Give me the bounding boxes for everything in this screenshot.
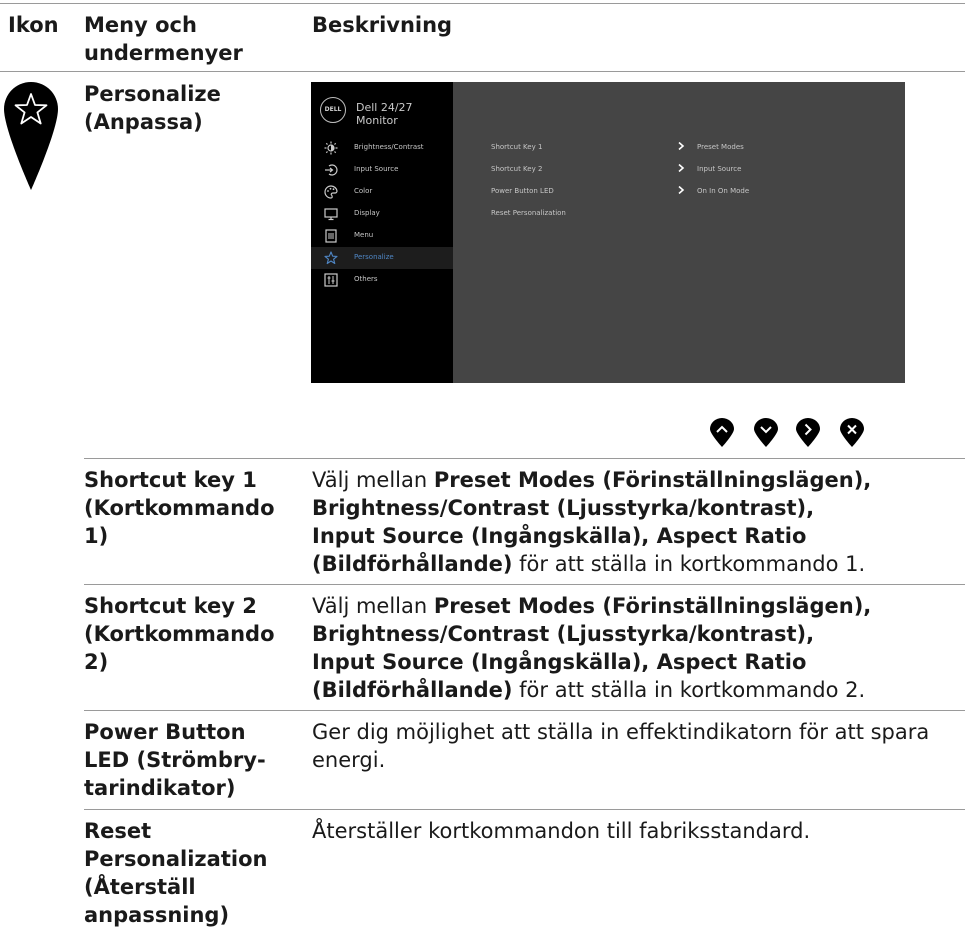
osd-row-power-button-led-value: On In On Mode: [697, 187, 750, 195]
osd-sidebar: DELL Dell 24/27 Monitor Brightness/Contr…: [311, 82, 453, 383]
chevron-right-icon: [678, 142, 685, 150]
osd-row-shortcut-key-1-value: Preset Modes: [697, 143, 744, 151]
row-4-desc-line1: Återställer kortkommandon till fabriksst…: [312, 819, 811, 843]
osd-row-reset-personalization-label[interactable]: Reset Personalization: [491, 209, 566, 217]
row-1-menu-line1: Shortcut key 1: [84, 468, 257, 492]
row-2-desc-line3: Input Source (Ingångskälla), Aspect Rati…: [312, 650, 807, 674]
row-4-menu-line4: anpassning): [84, 903, 230, 927]
row-3-desc-line2: energi.: [312, 748, 386, 772]
input-source-icon: [325, 164, 338, 176]
row-3-desc-line1: Ger dig möjlighet att ställa in effektin…: [312, 720, 930, 744]
osd-menu-item-brightness[interactable]: Brightness/Contrast: [311, 137, 453, 159]
osd-title: Dell 24/27 Monitor: [356, 101, 413, 127]
osd-menu-item-input-source[interactable]: Input Source: [311, 159, 453, 181]
row-1-desc-line1: Välj mellan Preset Modes (Förinställning…: [312, 468, 872, 492]
brightness-icon: [324, 141, 338, 155]
osd-row-shortcut-key-2-value: Input Source: [697, 165, 742, 173]
row-rule: [84, 458, 965, 459]
dell-logo: DELL: [320, 97, 346, 123]
row-2-menu-line3: 2): [84, 650, 109, 674]
others-icon: [324, 273, 338, 287]
row-4-menu-line1: Reset: [84, 819, 152, 843]
row-4-menu-line2: Personalization: [84, 847, 268, 871]
osd-menu-label: Others: [354, 275, 378, 283]
osd-row-shortcut-key-2-label[interactable]: Shortcut Key 2: [491, 165, 542, 173]
display-icon: [324, 208, 338, 221]
star-icon: [324, 251, 338, 265]
row-1-menu-line2: (Kortkommando: [84, 496, 275, 520]
row-rule: [84, 809, 965, 810]
row-2-menu-line2: (Kortkommando: [84, 622, 275, 646]
row-1-desc-line4: (Bildförhållande) för att ställa in kort…: [312, 552, 866, 576]
row-rule: [84, 584, 965, 585]
up-icon[interactable]: [709, 418, 735, 448]
osd-menu-item-others[interactable]: Others: [311, 269, 453, 291]
osd-menu-label: Brightness/Contrast: [354, 143, 424, 151]
header-icon-column: Ikon: [8, 13, 59, 37]
row-2-menu-line1: Shortcut key 2: [84, 594, 257, 618]
chevron-right-icon: [678, 186, 685, 194]
osd-row-power-button-led-label[interactable]: Power Button LED: [491, 187, 554, 195]
row-2-desc-line4: (Bildförhållande) för att ställa in kort…: [312, 678, 866, 702]
row-2-desc-line1: Välj mellan Preset Modes (Förinställning…: [312, 594, 872, 618]
osd-menu-item-menu[interactable]: Menu: [311, 225, 453, 247]
osd-screenshot: DELL Dell 24/27 Monitor Brightness/Contr…: [311, 82, 905, 383]
table-top-rule: [0, 3, 965, 4]
right-icon[interactable]: [795, 418, 821, 448]
row-1-desc-line3: Input Source (Ingångskälla), Aspect Rati…: [312, 524, 807, 548]
personalize-menu-line1: Personalize: [84, 82, 221, 106]
osd-menu-label: Menu: [354, 231, 374, 239]
down-icon[interactable]: [753, 418, 779, 448]
osd-menu-label: Personalize: [354, 253, 394, 261]
chevron-right-icon: [678, 164, 685, 172]
personalize-menu-line2: (Anpassa): [84, 110, 203, 134]
header-menu-column-line2: undermenyer: [84, 41, 243, 65]
osd-menu-label: Display: [354, 209, 380, 217]
row-3-menu-line1: Power Button: [84, 720, 246, 744]
osd-menu-item-personalize[interactable]: Personalize: [311, 247, 453, 269]
row-4-menu-line3: (Återställ: [84, 875, 196, 899]
row-rule: [84, 710, 965, 711]
row-3-menu-line3: tarindikator): [84, 776, 236, 800]
row-1-desc-line2: Brightness/Contrast (Ljusstyrka/kontrast…: [312, 496, 815, 520]
osd-menu-label: Color: [354, 187, 373, 195]
header-bottom-rule: [0, 71, 965, 72]
row-1-menu-line3: 1): [84, 524, 109, 548]
osd-menu-item-color[interactable]: Color: [311, 181, 453, 203]
menu-icon: [325, 229, 337, 243]
header-description-column: Beskrivning: [312, 13, 453, 37]
osd-menu-label: Input Source: [354, 165, 399, 173]
row-2-desc-line2: Brightness/Contrast (Ljusstyrka/kontrast…: [312, 622, 815, 646]
osd-row-shortcut-key-1-label[interactable]: Shortcut Key 1: [491, 143, 542, 151]
header-menu-column-line1: Meny och: [84, 13, 197, 37]
osd-menu-item-display[interactable]: Display: [311, 203, 453, 225]
star-icon: [4, 82, 58, 190]
row-3-menu-line2: LED (Strömbry-: [84, 748, 266, 772]
close-icon[interactable]: [839, 418, 865, 448]
color-icon: [324, 185, 338, 199]
